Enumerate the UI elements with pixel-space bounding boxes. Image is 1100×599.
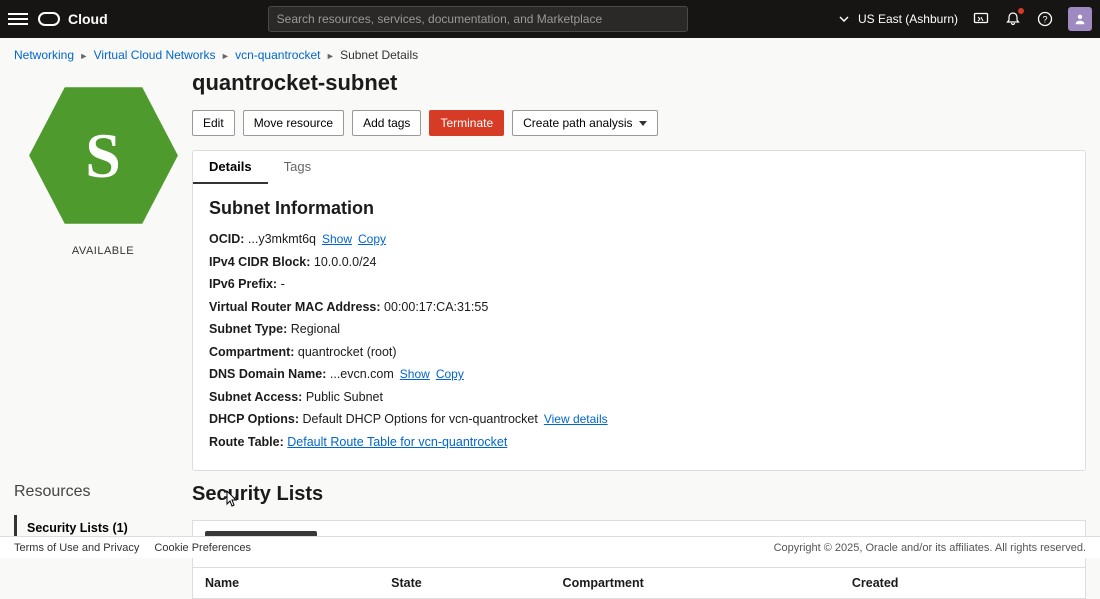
- footer: Terms of Use and Privacy Cookie Preferen…: [0, 536, 1100, 558]
- dhcp-label: DHCP Options:: [209, 412, 299, 426]
- top-bar: Cloud US East (Ashburn) ?: [0, 0, 1100, 38]
- search-box[interactable]: [268, 6, 688, 32]
- svg-text:?: ?: [1042, 15, 1047, 25]
- compartment-label: Compartment:: [209, 345, 294, 359]
- status-label: AVAILABLE: [72, 245, 134, 257]
- move-resource-button[interactable]: Move resource: [243, 110, 344, 136]
- type-value: Regional: [291, 322, 340, 336]
- access-label: Subnet Access:: [209, 390, 302, 404]
- resource-status-hexagon: S AVAILABLE: [14, 68, 192, 257]
- dns-copy-link[interactable]: Copy: [436, 367, 464, 381]
- column-created: Created: [840, 568, 1085, 598]
- column-name: Name: [193, 568, 379, 598]
- dhcp-view-details-link[interactable]: View details: [544, 412, 608, 426]
- tab-details[interactable]: Details: [193, 151, 268, 184]
- terminate-button[interactable]: Terminate: [429, 110, 504, 136]
- tab-tags[interactable]: Tags: [268, 151, 327, 184]
- resources-heading: Resources: [14, 483, 192, 501]
- ipv6-value: -: [281, 277, 285, 291]
- profile-avatar[interactable]: [1068, 7, 1092, 31]
- hexagon-letter: S: [26, 78, 181, 233]
- ipv6-label: IPv6 Prefix:: [209, 277, 277, 291]
- notification-dot-icon: [1018, 8, 1024, 14]
- edit-button[interactable]: Edit: [192, 110, 235, 136]
- security-lists-panel: Add Security List Name State Compartment…: [192, 520, 1086, 599]
- user-icon: [1073, 12, 1087, 26]
- dns-label: DNS Domain Name:: [209, 367, 326, 381]
- dhcp-value: Default DHCP Options for vcn-quantrocket: [303, 412, 538, 426]
- cloud-label: Cloud: [68, 11, 108, 27]
- oracle-logo-icon: [38, 12, 60, 26]
- mac-value: 00:00:17:CA:31:55: [384, 300, 488, 314]
- create-path-analysis-button[interactable]: Create path analysis: [512, 110, 657, 136]
- breadcrumb-link[interactable]: vcn-quantrocket: [235, 48, 320, 62]
- page-title: quantrocket-subnet: [192, 68, 1086, 110]
- security-lists-table-header: Name State Compartment Created: [193, 567, 1085, 598]
- add-tags-button[interactable]: Add tags: [352, 110, 421, 136]
- search-input[interactable]: [277, 12, 679, 26]
- security-lists-heading: Security Lists: [192, 483, 1086, 506]
- region-selector[interactable]: US East (Ashburn): [836, 11, 958, 27]
- route-table-link[interactable]: Default Route Table for vcn-quantrocket: [287, 435, 507, 449]
- mac-label: Virtual Router MAC Address:: [209, 300, 381, 314]
- ocid-copy-link[interactable]: Copy: [358, 232, 386, 246]
- subnet-info-heading: Subnet Information: [209, 198, 1069, 219]
- cookie-preferences-link[interactable]: Cookie Preferences: [154, 542, 251, 554]
- access-value: Public Subnet: [306, 390, 383, 404]
- devtools-icon[interactable]: [972, 10, 990, 28]
- copyright-text: Copyright © 2025, Oracle and/or its affi…: [774, 542, 1086, 554]
- breadcrumb: Networking ► Virtual Cloud Networks ► vc…: [0, 38, 1100, 68]
- help-icon[interactable]: ?: [1036, 10, 1054, 28]
- cidr-label: IPv4 CIDR Block:: [209, 255, 310, 269]
- compartment-value: quantrocket (root): [298, 345, 397, 359]
- ocid-value: ...y3mkmt6q: [248, 232, 316, 246]
- breadcrumb-link[interactable]: Virtual Cloud Networks: [94, 48, 216, 62]
- ocid-label: OCID:: [209, 232, 244, 246]
- notifications-icon[interactable]: [1004, 10, 1022, 28]
- ocid-show-link[interactable]: Show: [322, 232, 352, 246]
- chevron-down-icon: [836, 11, 852, 27]
- subnet-info-panel: Subnet Information OCID: ...y3mkmt6q Show…: [192, 184, 1086, 471]
- column-compartment: Compartment: [551, 568, 840, 598]
- terms-link[interactable]: Terms of Use and Privacy: [14, 542, 139, 554]
- column-state: State: [379, 568, 550, 598]
- cidr-value: 10.0.0.0/24: [314, 255, 377, 269]
- menu-icon[interactable]: [8, 9, 28, 29]
- tabs: Details Tags: [192, 150, 1086, 184]
- type-label: Subnet Type:: [209, 322, 287, 336]
- breadcrumb-link[interactable]: Networking: [14, 48, 74, 62]
- route-label: Route Table:: [209, 435, 284, 449]
- breadcrumb-current: Subnet Details: [340, 48, 418, 62]
- dns-value: ...evcn.com: [330, 367, 394, 381]
- action-toolbar: Edit Move resource Add tags Terminate Cr…: [192, 110, 1086, 136]
- dns-show-link[interactable]: Show: [400, 367, 430, 381]
- region-label: US East (Ashburn): [858, 12, 958, 26]
